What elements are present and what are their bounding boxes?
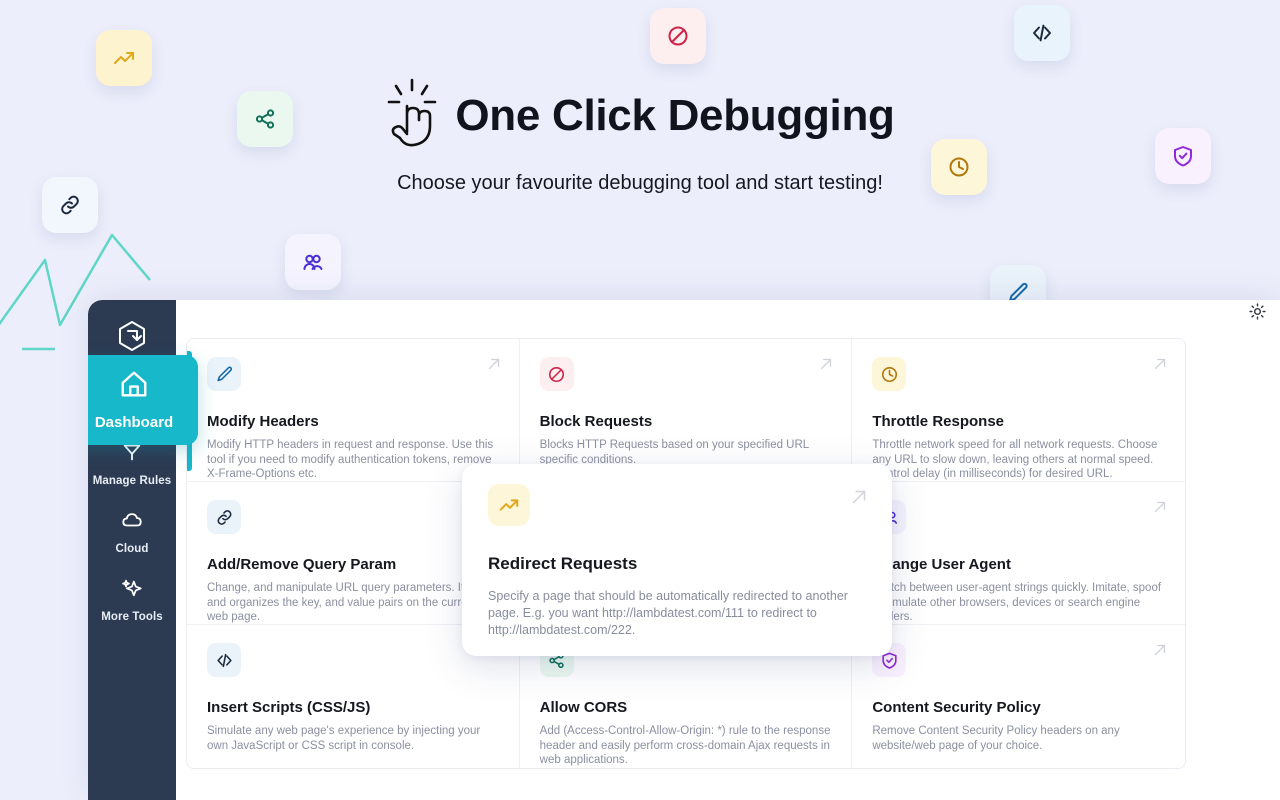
card-description: Change, and manipulate URL query paramet… [207,582,497,624]
card-title: Insert Scripts (CSS/JS) [207,699,371,716]
home-icon [119,369,149,404]
card-description: Throttle network speed for all network r… [872,439,1158,481]
sidebar: Dashboard Manage Rules Cloud [88,300,198,800]
tool-card[interactable]: Modify Headers Modify HTTP headers in req… [187,339,520,482]
arrow-up-right-icon[interactable] [817,355,835,378]
arrow-up-right-icon[interactable] [1151,641,1169,664]
arrow-up-right-icon[interactable] [1151,498,1169,521]
clock-icon [872,357,907,391]
hero-section: One Click Debugging Choose your favourit… [0,76,1280,197]
rules-icon [121,441,143,468]
card-description: Add (Access-Control-Allow-Origin: *) rul… [539,725,831,767]
card-title: Modify Headers [207,413,319,430]
sidebar-item-cloud[interactable]: Cloud [88,498,176,566]
card-title: Change User Agent [872,556,1011,573]
code-icon [1014,5,1070,61]
card-description: Simulate any web page's experience by in… [207,725,481,752]
card-description: Switch between user-agent strings quickl… [872,582,1162,624]
trending-up-icon [488,484,530,526]
users-icon [285,234,341,290]
hero-subtitle: Choose your favourite debugging tool and… [397,172,883,194]
card-title: Content Security Policy [872,699,1041,716]
card-title: Allow CORS [539,699,628,716]
card-description: Remove Content Security Policy headers o… [872,725,1120,752]
pencil-icon [207,357,241,391]
card-title: Throttle Response [872,413,1005,430]
code-icon [207,643,241,677]
tool-card[interactable]: Change User Agent Switch between user-age… [852,482,1185,625]
sidebar-label-cloud: Cloud [115,543,149,555]
popup-description: Specify a page that should be automatica… [488,589,848,637]
dashboard-highlight-label: Dashboard [94,414,174,431]
dashboard-highlight-tooltip[interactable]: Dashboard [88,355,198,445]
card-title: Block Requests [539,413,653,430]
arrow-up-right-icon[interactable] [1151,355,1169,378]
arrow-up-right-icon[interactable] [848,486,870,513]
popup-title: Redirect Requests [488,554,638,573]
sun-icon[interactable] [1249,303,1266,325]
cloud-icon [121,509,143,536]
tool-card[interactable]: Content Security Policy Remove Content Se… [852,625,1185,768]
redirect-requests-popup-card[interactable]: Redirect Requests Specify a page that sh… [462,464,892,656]
sidebar-item-more-tools[interactable]: More Tools [88,566,176,634]
link-icon [207,500,241,534]
tool-card[interactable]: Throttle Response Throttle network speed … [852,339,1185,482]
window-topbar [88,300,1280,328]
card-title: Add/Remove Query Param [207,556,397,573]
sidebar-label-manage-rules: Manage Rules [92,475,172,487]
block-icon [539,357,574,391]
tool-card[interactable]: Block Requests Blocks HTTP Requests based… [519,339,853,482]
pointer-click-icon [385,76,441,157]
sidebar-label-more-tools: More Tools [101,611,163,623]
page-title: One Click Debugging [455,91,895,141]
card-description: Modify HTTP headers in request and respo… [207,439,494,481]
arrow-up-right-icon[interactable] [485,355,503,378]
block-icon [650,8,706,64]
sparkle-icon [121,577,143,604]
